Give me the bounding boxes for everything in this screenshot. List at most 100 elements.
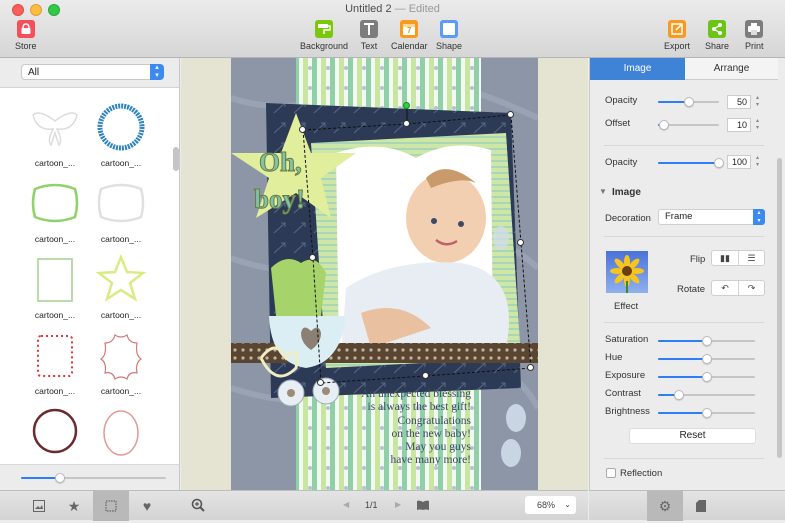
paint-roller-icon: [315, 20, 334, 38]
settings-tab[interactable]: ⚙: [647, 491, 683, 521]
favorites-tab[interactable]: ★: [56, 491, 92, 521]
shadow-offset-label: Offset: [605, 118, 631, 129]
photos-tab[interactable]: [21, 491, 57, 521]
document-tab[interactable]: [683, 491, 719, 521]
calendar-button[interactable]: 7 Calendar: [391, 20, 428, 51]
library-item-label: cartoon_...: [34, 386, 76, 396]
library-item-label: cartoon_...: [34, 234, 76, 244]
rotate-right-button[interactable]: ↷: [738, 281, 764, 295]
effect-label: Effect: [614, 301, 639, 312]
decoration-select[interactable]: Frame ▴ ▾: [658, 209, 765, 225]
hue-slider[interactable]: [658, 354, 755, 364]
library-item[interactable]: cartoon_...: [86, 101, 156, 168]
library-item-label: cartoon_...: [100, 158, 142, 168]
category-select[interactable]: All ▴ ▾: [21, 64, 164, 80]
slider-knob[interactable]: [701, 408, 712, 418]
rotate-handle[interactable]: [403, 102, 410, 109]
library-item[interactable]: cartoon_...: [86, 405, 156, 472]
shadow-offset-slider[interactable]: [658, 120, 719, 130]
shadow-opacity-slider[interactable]: [658, 97, 719, 107]
stickers-tab[interactable]: ♥: [129, 491, 165, 521]
saturation-slider[interactable]: [658, 336, 755, 346]
tab-arrange[interactable]: Arrange: [685, 58, 778, 80]
library-item[interactable]: cartoon_...: [20, 101, 90, 168]
book-view-icon[interactable]: [416, 499, 430, 514]
flip-label: Flip: [690, 254, 706, 265]
disclosure-triangle-icon[interactable]: ▼: [599, 187, 607, 196]
flip-horizontal-button[interactable]: ▮▮: [712, 251, 738, 265]
message-text[interactable]: An unexpected blessing is always the best…: [351, 388, 471, 468]
store-button[interactable]: Store: [15, 20, 37, 51]
tab-image[interactable]: Image: [590, 58, 685, 80]
slider-knob[interactable]: [701, 354, 712, 364]
slider-knob[interactable]: [55, 473, 66, 483]
frames-tab[interactable]: [93, 491, 129, 521]
export-button[interactable]: Export: [664, 20, 690, 51]
resize-handle-bottom-right[interactable]: [527, 364, 534, 371]
previous-page-button[interactable]: ◀: [343, 500, 349, 509]
flip-buttons: ▮▮ ☰: [711, 250, 765, 266]
library-item[interactable]: cartoon_...: [20, 329, 90, 396]
effect-thumbnail[interactable]: [606, 251, 648, 293]
slider-knob[interactable]: [674, 390, 685, 400]
scrapbook-page[interactable]: Oh, boy! An unexpected blessing is always…: [231, 58, 538, 490]
brightness-slider[interactable]: [658, 408, 755, 418]
share-button[interactable]: Share: [705, 20, 729, 51]
document-status: Edited: [408, 3, 440, 15]
reflection-checkbox[interactable]: [606, 468, 616, 478]
frame-icon: [105, 500, 117, 512]
opacity-field[interactable]: 100: [727, 155, 751, 169]
contrast-slider[interactable]: [658, 390, 755, 400]
library-item[interactable]: cartoon_...: [86, 253, 156, 320]
background-button[interactable]: Background: [300, 20, 348, 51]
library-item[interactable]: cartoon_...: [20, 405, 90, 472]
properties-tabs: Image Arrange: [590, 58, 778, 80]
resize-handle-left[interactable]: [309, 254, 316, 261]
adjustment-label: Hue: [605, 352, 623, 363]
print-button[interactable]: Print: [745, 20, 764, 51]
opacity-stepper[interactable]: ▴ ▾: [754, 155, 761, 169]
thumbnail-size-slider[interactable]: [21, 473, 166, 483]
title-art-line1: Oh,: [259, 147, 302, 177]
zoom-select[interactable]: 68% ⌄: [525, 496, 576, 514]
library-scrollbar[interactable]: [173, 147, 179, 171]
library-item-label: cartoon_...: [34, 158, 76, 168]
text-button[interactable]: Text: [360, 20, 378, 51]
shadow-opacity-stepper[interactable]: ▴ ▾: [754, 95, 761, 109]
flip-horizontal-icon: ▮▮: [720, 253, 730, 263]
flip-vertical-button[interactable]: ☰: [738, 251, 764, 265]
title-art-line2: boy!: [254, 184, 305, 214]
exposure-slider[interactable]: [658, 372, 755, 382]
reset-button[interactable]: Reset: [629, 428, 756, 444]
frame-thumbnail: [32, 112, 78, 147]
resize-handle-bottom-left[interactable]: [317, 379, 324, 386]
resize-handle-top-left[interactable]: [299, 126, 306, 133]
message-line: have many more!: [390, 454, 471, 467]
decoration-label: Decoration: [605, 213, 651, 224]
resize-handle-top[interactable]: [403, 120, 410, 127]
library-panel: All ▴ ▾ cartoon_... cartoon_... cartoon_...…: [0, 58, 180, 490]
resize-handle-right[interactable]: [517, 239, 524, 246]
resize-handle-bottom[interactable]: [422, 372, 429, 379]
frame-thumbnail: [97, 183, 145, 223]
library-item[interactable]: cartoon_...: [86, 329, 156, 396]
shape-button[interactable]: Shape: [436, 20, 462, 51]
library-item[interactable]: cartoon_...: [20, 253, 90, 320]
shadow-offset-field[interactable]: 10: [727, 118, 751, 132]
properties-scrollbar[interactable]: [777, 158, 782, 458]
shadow-offset-stepper[interactable]: ▴ ▾: [754, 118, 761, 132]
document-icon: [696, 500, 706, 512]
opacity-slider[interactable]: [658, 158, 724, 168]
message-line: is always the best gift!: [367, 401, 471, 414]
rotate-left-button[interactable]: ↶: [712, 281, 738, 295]
library-item[interactable]: cartoon_...: [20, 177, 90, 244]
divider: [604, 322, 764, 323]
shadow-opacity-field[interactable]: 50: [727, 95, 751, 109]
slider-knob[interactable]: [701, 336, 712, 346]
window-title: Untitled 2 — Edited: [345, 3, 440, 15]
slider-knob[interactable]: [701, 372, 712, 382]
resize-handle-top-right[interactable]: [507, 111, 514, 118]
next-page-button[interactable]: ▶: [395, 500, 401, 509]
library-item[interactable]: cartoon_...: [86, 177, 156, 244]
zoom-in-icon[interactable]: [191, 498, 205, 515]
